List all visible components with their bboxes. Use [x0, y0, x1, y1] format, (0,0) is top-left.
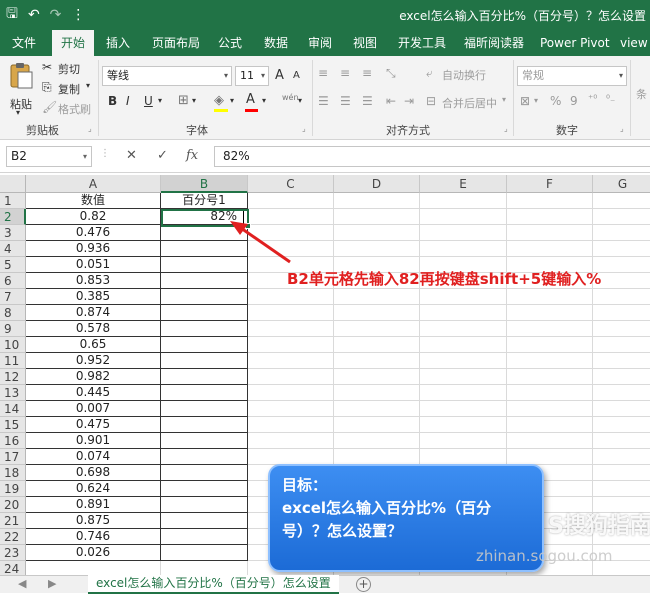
sheet-tab-active[interactable]: excel怎么输入百分比%（百分号）怎么设置: [88, 575, 339, 594]
annotation-text: B2单元格先输入82再按键盘shift+5键输入%: [287, 270, 602, 288]
next-sheet-icon[interactable]: ▶: [48, 577, 56, 590]
add-sheet-button[interactable]: +: [356, 577, 371, 592]
goal-line-1: 目标：: [282, 476, 328, 494]
watermark-logo: S搜狗指南: [548, 514, 650, 539]
sheet-tab-bar: ◀ ▶ excel怎么输入百分比%（百分号）怎么设置 +: [0, 575, 650, 594]
goal-line-3: 号）？怎么设置？: [282, 522, 403, 540]
goal-line-2: excel怎么输入百分比%（百分: [282, 499, 492, 517]
prev-sheet-icon[interactable]: ◀: [18, 577, 26, 590]
watermark-url: zhinan.sogou.com: [476, 547, 613, 565]
